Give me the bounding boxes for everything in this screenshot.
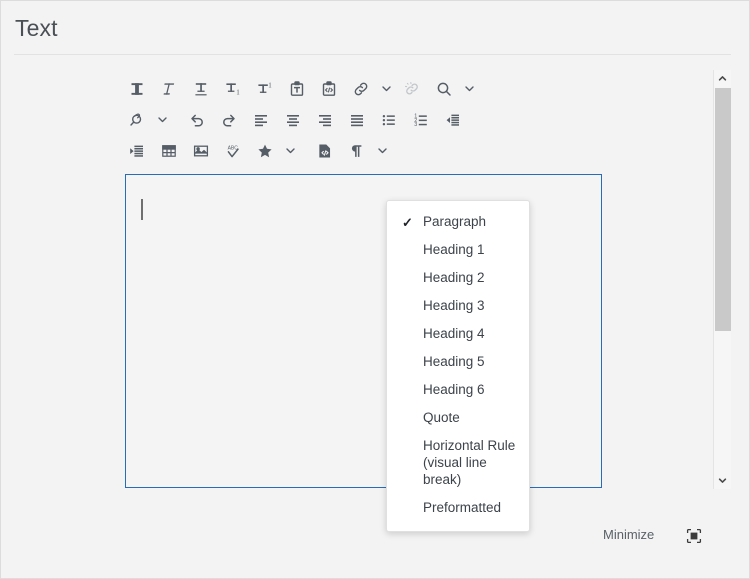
unlink-icon[interactable] [396, 75, 428, 103]
chevron-up-icon[interactable] [714, 70, 731, 87]
link-icon[interactable] [345, 75, 377, 103]
table-icon[interactable] [153, 137, 185, 165]
editor-toolbar: 1 1 1 2 3 ABC [121, 73, 601, 166]
text-caret [141, 199, 143, 220]
page-title: Text [15, 15, 58, 41]
spellcheck-dropdown-caret-icon[interactable] [153, 106, 172, 134]
paragraph-format-icon[interactable] [341, 137, 373, 165]
menu-item-heading-2[interactable]: Heading 2 [387, 264, 529, 292]
chevron-down-icon[interactable] [714, 472, 731, 489]
menu-item-label: Heading 6 [423, 382, 485, 397]
menu-item-label: Quote [423, 410, 460, 425]
superscript-icon[interactable]: 1 [249, 75, 281, 103]
menu-item-horizontal-rule[interactable]: Horizontal Rule (visual line break) [387, 432, 529, 494]
menu-item-heading-5[interactable]: Heading 5 [387, 348, 529, 376]
increase-indent-icon[interactable] [121, 137, 153, 165]
search-dropdown-caret-icon[interactable] [460, 75, 479, 103]
editor-content-area[interactable] [125, 174, 602, 488]
paragraph-format-menu: ✓ Paragraph Heading 1 Heading 2 Heading … [386, 200, 530, 532]
paste-as-text-icon[interactable] [281, 75, 313, 103]
paragraph-format-dropdown-caret-icon[interactable] [373, 137, 392, 165]
align-left-icon[interactable] [245, 106, 277, 134]
menu-item-preformatted[interactable]: Preformatted [387, 494, 529, 522]
menu-item-label: Heading 1 [423, 242, 485, 257]
text-editor-panel: Text 1 1 1 2 3 ABC ✓ Paragraph Heading 1… [0, 0, 750, 579]
align-right-icon[interactable] [309, 106, 341, 134]
menu-item-paragraph[interactable]: ✓ Paragraph [387, 208, 529, 236]
toolbar-row-3: ABC [121, 135, 601, 166]
svg-text:1: 1 [236, 88, 240, 96]
align-center-icon[interactable] [277, 106, 309, 134]
paste-from-html-icon[interactable] [313, 75, 345, 103]
special-character-dropdown-caret-icon[interactable] [281, 137, 300, 165]
toolbar-row-1: 1 1 [121, 73, 601, 104]
menu-item-label: Heading 4 [423, 326, 485, 341]
svg-text:1: 1 [268, 81, 272, 89]
subscript-icon[interactable]: 1 [217, 75, 249, 103]
menu-item-heading-6[interactable]: Heading 6 [387, 376, 529, 404]
bulleted-list-icon[interactable] [373, 106, 405, 134]
toolbar-row-2: 1 2 3 [121, 104, 601, 135]
spellcheck-magnifier-icon[interactable] [121, 106, 153, 134]
image-icon[interactable] [185, 137, 217, 165]
align-justify-icon[interactable] [341, 106, 373, 134]
menu-item-heading-3[interactable]: Heading 3 [387, 292, 529, 320]
menu-item-heading-1[interactable]: Heading 1 [387, 236, 529, 264]
special-character-star-icon[interactable] [249, 137, 281, 165]
italic-icon[interactable] [153, 75, 185, 103]
minimize-button[interactable]: Minimize [603, 527, 654, 543]
search-icon[interactable] [428, 75, 460, 103]
redo-icon[interactable] [213, 106, 245, 134]
abc-spellcheck-icon[interactable]: ABC [217, 137, 249, 165]
menu-item-label: Heading 2 [423, 270, 485, 285]
scrollbar-thumb[interactable] [715, 88, 731, 331]
svg-text:3: 3 [414, 122, 417, 128]
link-dropdown-caret-icon[interactable] [377, 75, 396, 103]
source-code-icon[interactable] [309, 137, 341, 165]
menu-item-label: Heading 5 [423, 354, 485, 369]
checkmark-icon: ✓ [402, 215, 413, 230]
menu-item-quote[interactable]: Quote [387, 404, 529, 432]
menu-item-label: Paragraph [423, 214, 487, 229]
bold-icon[interactable] [121, 75, 153, 103]
menu-item-label: Preformatted [423, 500, 502, 515]
menu-item-label: Heading 3 [423, 298, 485, 313]
numbered-list-icon[interactable]: 1 2 3 [405, 106, 437, 134]
menu-item-heading-4[interactable]: Heading 4 [387, 320, 529, 348]
underline-icon[interactable] [185, 75, 217, 103]
menu-item-label: Horizontal Rule (visual line break) [423, 438, 516, 487]
header-divider [14, 54, 731, 55]
vertical-scrollbar[interactable] [713, 70, 731, 489]
undo-icon[interactable] [181, 106, 213, 134]
decrease-indent-icon[interactable] [437, 106, 469, 134]
resize-handle-icon[interactable] [685, 527, 703, 545]
